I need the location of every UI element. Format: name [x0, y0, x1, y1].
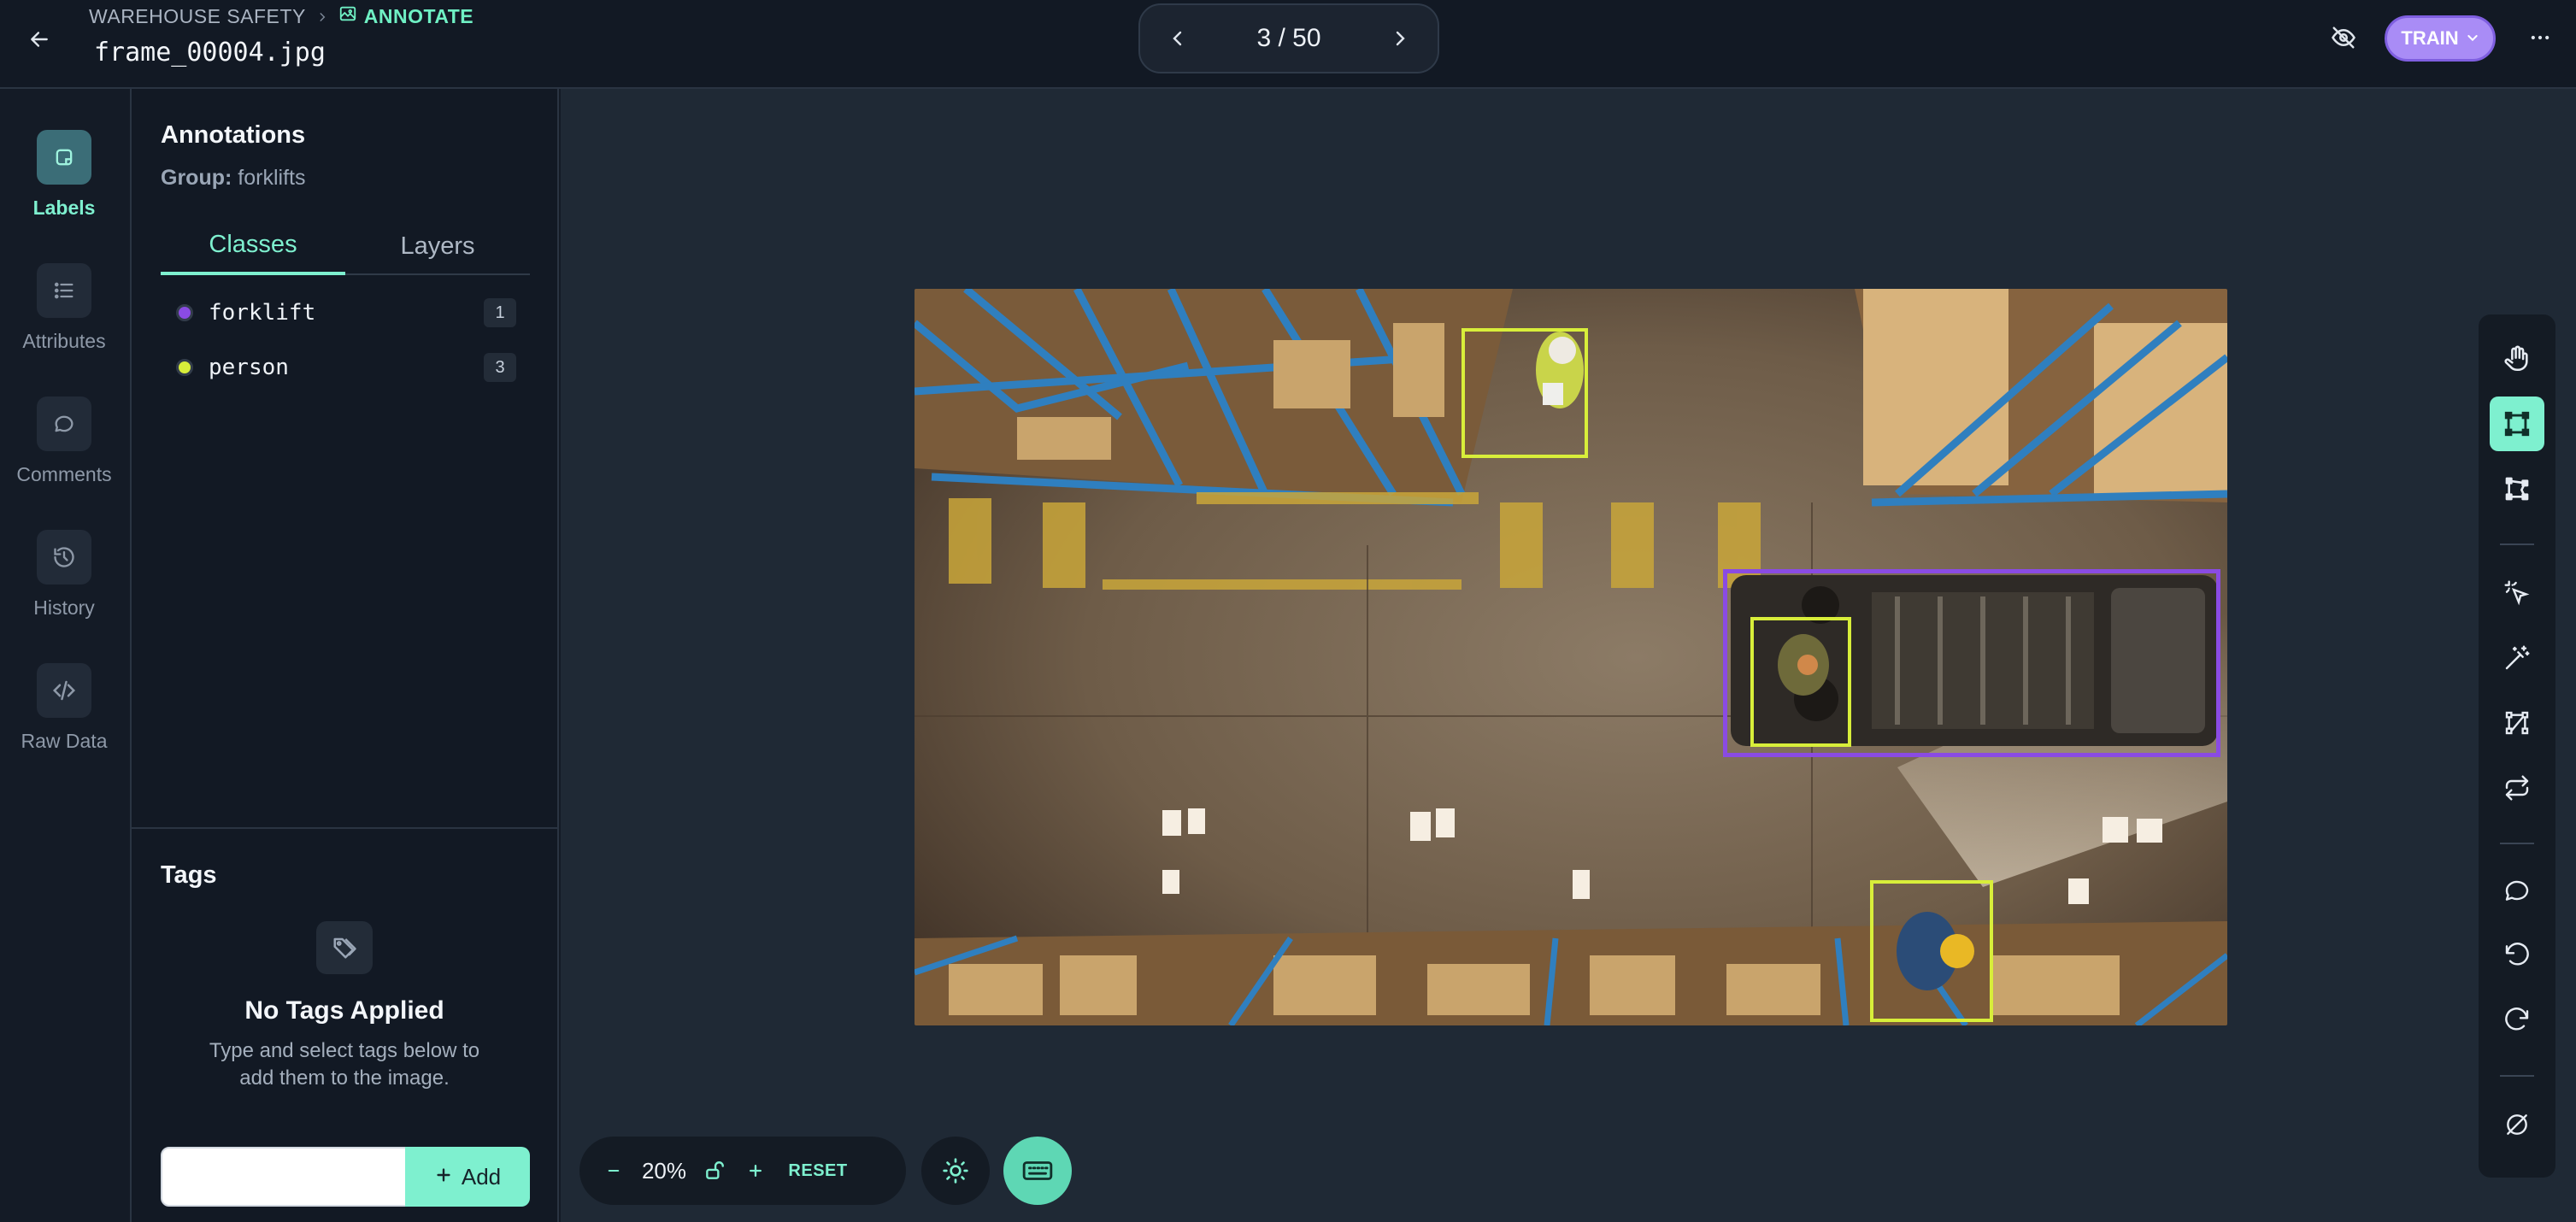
toolbar-divider: [2500, 843, 2534, 844]
previous-image-button[interactable]: [1161, 21, 1195, 56]
tab-layers[interactable]: Layers: [345, 217, 530, 275]
train-button[interactable]: TRAIN: [2385, 15, 2496, 62]
class-color-dot: [176, 359, 193, 376]
bounding-box-icon[interactable]: [2490, 397, 2544, 451]
sidebar-item-comments[interactable]: Comments: [0, 397, 128, 508]
tags-title: Tags: [161, 861, 217, 889]
repeat-icon[interactable]: [2490, 761, 2544, 815]
bbox-person-1[interactable]: [1461, 328, 1588, 458]
zoom-level: 20%: [641, 1157, 687, 1184]
file-title: frame_00004.jpg: [94, 38, 326, 68]
add-tag-label: Add: [461, 1163, 502, 1190]
group-value: forklifts: [238, 166, 306, 190]
zoom-in-button[interactable]: [732, 1152, 779, 1190]
zoom-out-button[interactable]: [597, 1152, 631, 1190]
toolbar-divider: [2500, 1075, 2534, 1077]
breadcrumb-mode-label: ANNOTATE: [363, 4, 474, 27]
reset-zoom-button[interactable]: RESET: [779, 1152, 856, 1190]
annotations-panel: Annotations Group: forklifts Classes Lay…: [132, 89, 559, 1222]
hide-annotations-eye-icon[interactable]: [2326, 21, 2361, 55]
bbox-person-3[interactable]: [1870, 880, 1993, 1022]
panel-title: Annotations: [161, 121, 306, 149]
group-label: Group:: [161, 166, 232, 190]
tag-input[interactable]: [161, 1147, 407, 1207]
redo-icon[interactable]: [2490, 993, 2544, 1048]
left-nav: Labels Attributes Comments History Raw D…: [0, 89, 132, 1222]
polygon-icon[interactable]: [2490, 461, 2544, 516]
toolbar-divider: [2500, 543, 2534, 545]
top-bar: WAREHOUSE SAFETY ANNOTATE frame_00004.jp…: [0, 0, 2576, 89]
sidebar-item-raw-data[interactable]: Raw Data: [0, 663, 128, 774]
no-tags-title: No Tags Applied: [244, 996, 444, 1025]
next-image-button[interactable]: [1383, 21, 1417, 56]
add-tag-button[interactable]: Add: [405, 1147, 530, 1207]
tags-section: Tags No Tags Applied Type and select tag…: [132, 827, 557, 1222]
sidebar-item-label: Attributes: [22, 330, 106, 352]
history-icon: [37, 530, 91, 585]
sidebar-item-history[interactable]: History: [0, 530, 128, 641]
panel-tabs: Classes Layers: [161, 217, 530, 275]
sidebar-item-attributes[interactable]: Attributes: [0, 263, 128, 374]
brightness-icon[interactable]: [921, 1137, 990, 1205]
plus-icon: [434, 1164, 453, 1190]
comment-icon[interactable]: [2490, 863, 2544, 918]
keypoints-icon[interactable]: [2490, 696, 2544, 750]
hand-icon[interactable]: [2490, 332, 2544, 386]
pager-position: 3 / 50: [1256, 24, 1321, 52]
breadcrumb: WAREHOUSE SAFETY ANNOTATE: [89, 5, 473, 27]
warehouse-image[interactable]: [915, 289, 2227, 1025]
keyboard-shortcuts-icon[interactable]: [1003, 1137, 1072, 1205]
sidebar-item-label: Comments: [16, 463, 112, 485]
group-info: Group: forklifts: [161, 166, 305, 191]
magic-select-icon[interactable]: [2490, 566, 2544, 620]
sidebar-item-label: Raw Data: [21, 730, 108, 752]
list-icon: [37, 263, 91, 318]
breadcrumb-mode: ANNOTATE: [338, 4, 473, 28]
annotation-canvas[interactable]: 20% RESET: [561, 89, 2576, 1222]
class-count-badge: 3: [484, 353, 516, 382]
magic-wand-icon[interactable]: [2490, 631, 2544, 685]
class-row-person[interactable]: person 3: [161, 345, 530, 390]
chevron-down-icon: [2466, 27, 2479, 50]
annotation-toolbar: [2479, 314, 2555, 1178]
annotate-icon: [338, 4, 357, 28]
comment-icon: [37, 397, 91, 451]
sidebar-item-labels[interactable]: Labels: [0, 130, 128, 241]
image-pager: 3 / 50: [1138, 3, 1439, 73]
chevron-right-icon: [316, 5, 328, 28]
bbox-person-2[interactable]: [1750, 617, 1851, 747]
label-icon: [37, 130, 91, 185]
more-options-icon[interactable]: [2521, 21, 2559, 55]
class-count-badge: 1: [484, 298, 516, 327]
sidebar-item-label: Labels: [32, 197, 96, 219]
undo-icon[interactable]: [2490, 928, 2544, 983]
back-arrow-icon[interactable]: [22, 22, 56, 56]
class-row-forklift[interactable]: forklift 1: [161, 291, 530, 335]
tab-classes[interactable]: Classes: [161, 217, 345, 275]
class-name: forklift: [209, 300, 316, 326]
sidebar-item-label: History: [33, 596, 95, 619]
tag-icon: [316, 921, 373, 974]
zoom-lock-icon[interactable]: [697, 1152, 732, 1190]
zoom-controls: 20% RESET: [579, 1137, 906, 1205]
breadcrumb-project[interactable]: WAREHOUSE SAFETY: [89, 5, 306, 28]
class-color-dot: [176, 304, 193, 321]
train-button-label: TRAIN: [2401, 27, 2459, 49]
no-tags-subtitle: Type and select tags below to add them t…: [209, 1039, 480, 1090]
hide-annotations-icon[interactable]: [2490, 1097, 2544, 1152]
code-icon: [37, 663, 91, 718]
class-name: person: [209, 355, 289, 380]
